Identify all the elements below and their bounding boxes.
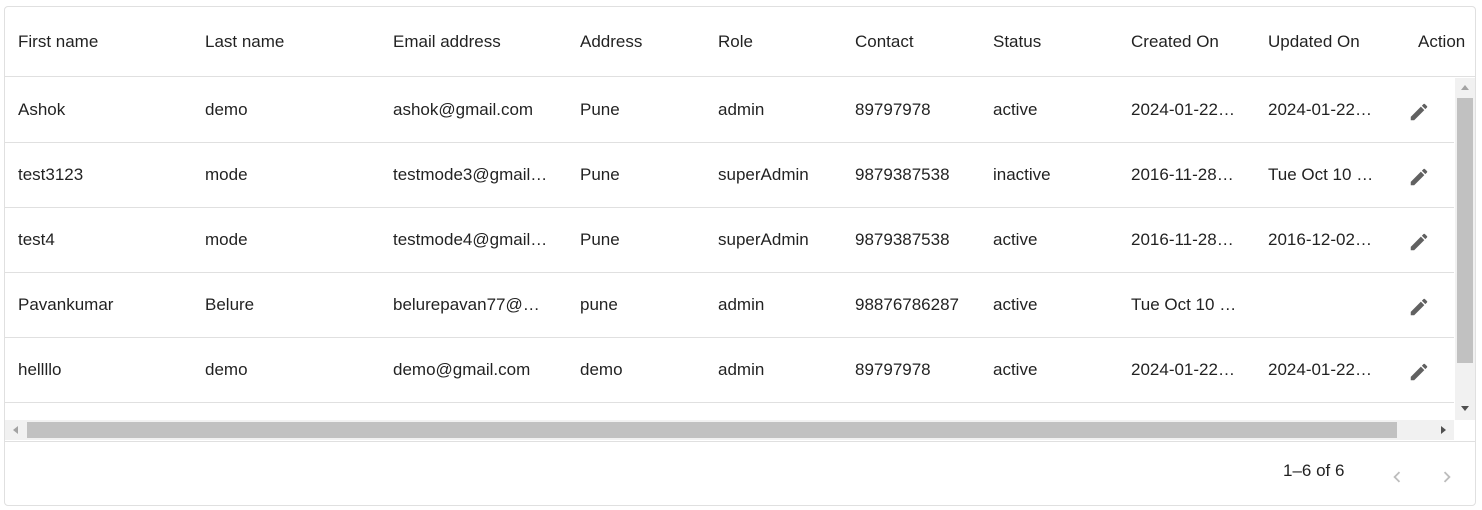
cell-role: admin: [718, 295, 765, 314]
column-header-contact[interactable]: Contact: [855, 32, 985, 52]
cell-last-name: mode: [205, 230, 248, 249]
cell-updated-on: 2024-01-22…: [1268, 100, 1372, 119]
cell-status: active: [993, 295, 1038, 314]
cell-contact: 89797978: [855, 360, 931, 379]
edit-icon: [1410, 233, 1428, 251]
edit-button[interactable]: [1405, 98, 1433, 126]
vertical-scrollbar[interactable]: [1455, 78, 1475, 420]
table-row[interactable]: test4 mode testmode4@gmail… Pune superAd…: [5, 208, 1454, 273]
cell-contact: 9879387538: [855, 165, 950, 184]
edit-icon: [1410, 103, 1428, 121]
cell-status: active: [993, 360, 1038, 379]
column-header-first-name[interactable]: First name: [18, 32, 198, 52]
scroll-down-arrow-icon[interactable]: [1455, 400, 1475, 416]
cell-last-name: Belure: [205, 295, 255, 314]
table-row[interactable]: hellllo demo demo@gmail.com demo admin 8…: [5, 338, 1454, 403]
horizontal-scrollbar-thumb[interactable]: [27, 422, 1397, 438]
grid-footer: 1–6 of 6: [5, 441, 1475, 505]
cell-created-on: 2024-01-22…: [1131, 360, 1235, 379]
cell-contact: 89797978: [855, 100, 931, 119]
cell-first-name: hellllo: [18, 360, 62, 379]
scroll-up-arrow-icon[interactable]: [1455, 80, 1475, 96]
cell-email: testmode4@gmail…: [393, 230, 548, 249]
column-header-role[interactable]: Role: [718, 32, 848, 52]
cell-address: Pune: [580, 100, 620, 119]
column-header-action[interactable]: Action: [1418, 32, 1475, 52]
table-row[interactable]: Pavankumar Belure belurepavan77@… pune a…: [5, 273, 1454, 338]
grid-body: Ashok demo ashok@gmail.com Pune admin 89…: [5, 78, 1454, 410]
edit-button[interactable]: [1405, 293, 1433, 321]
grid-header: First name Last name Email address Addre…: [5, 7, 1475, 77]
vertical-scrollbar-thumb[interactable]: [1457, 98, 1473, 363]
scroll-right-arrow-icon[interactable]: [1434, 420, 1452, 440]
pagination-text: 1–6 of 6: [1283, 461, 1345, 480]
scroll-left-arrow-icon[interactable]: [7, 420, 25, 440]
cell-last-name: demo: [205, 100, 248, 119]
chevron-right-icon: [1443, 471, 1451, 483]
cell-status: active: [993, 230, 1038, 249]
cell-created-on: Tue Oct 10 …: [1131, 295, 1237, 314]
cell-address: pune: [580, 295, 618, 314]
cell-email: demo@gmail.com: [393, 360, 531, 379]
cell-created-on: 2024-01-22…: [1131, 100, 1235, 119]
column-header-email[interactable]: Email address: [393, 32, 573, 52]
cell-role: superAdmin: [718, 165, 809, 184]
cell-address: Pune: [580, 230, 620, 249]
cell-address: Pune: [580, 165, 620, 184]
cell-last-name: mode: [205, 165, 248, 184]
cell-role: superAdmin: [718, 230, 809, 249]
table-row[interactable]: test3123 mode testmode3@gmail… Pune supe…: [5, 143, 1454, 208]
column-header-created-on[interactable]: Created On: [1131, 32, 1261, 52]
edit-icon: [1410, 168, 1428, 186]
cell-last-name: demo: [205, 360, 248, 379]
table-row[interactable]: Ashok demo ashok@gmail.com Pune admin 89…: [5, 78, 1454, 143]
column-header-address[interactable]: Address: [580, 32, 710, 52]
edit-icon: [1410, 298, 1428, 316]
cell-contact: 9879387538: [855, 230, 950, 249]
previous-page-button[interactable]: [1382, 462, 1412, 492]
cell-email: testmode3@gmail…: [393, 165, 548, 184]
edit-icon: [1410, 363, 1428, 381]
cell-updated-on: 2016-12-02…: [1268, 230, 1372, 249]
cell-email: ashok@gmail.com: [393, 100, 534, 119]
next-page-button[interactable]: [1432, 462, 1462, 492]
cell-first-name: test4: [18, 230, 55, 249]
cell-contact: 98876786287: [855, 295, 960, 314]
cell-created-on: 2016-11-28…: [1131, 230, 1234, 249]
cell-address: demo: [580, 360, 623, 379]
cell-status: active: [993, 100, 1038, 119]
horizontal-scrollbar[interactable]: [5, 420, 1454, 440]
cell-updated-on: Tue Oct 10 …: [1268, 165, 1374, 184]
cell-role: admin: [718, 360, 765, 379]
column-header-last-name[interactable]: Last name: [205, 32, 385, 52]
cell-first-name: Ashok: [18, 100, 66, 119]
cell-role: admin: [718, 100, 765, 119]
edit-button[interactable]: [1405, 358, 1433, 386]
cell-status: inactive: [993, 165, 1051, 184]
cell-created-on: 2016-11-28…: [1131, 165, 1234, 184]
chevron-left-icon: [1393, 471, 1401, 483]
cell-first-name: test3123: [18, 165, 84, 184]
edit-button[interactable]: [1405, 228, 1433, 256]
cell-email: belurepavan77@…: [393, 295, 540, 314]
cell-updated-on: 2024-01-22…: [1268, 360, 1372, 379]
column-header-status[interactable]: Status: [993, 32, 1123, 52]
cell-first-name: Pavankumar: [18, 295, 114, 314]
column-header-updated-on[interactable]: Updated On: [1268, 32, 1398, 52]
users-data-grid: First name Last name Email address Addre…: [4, 6, 1476, 506]
edit-button[interactable]: [1405, 163, 1433, 191]
